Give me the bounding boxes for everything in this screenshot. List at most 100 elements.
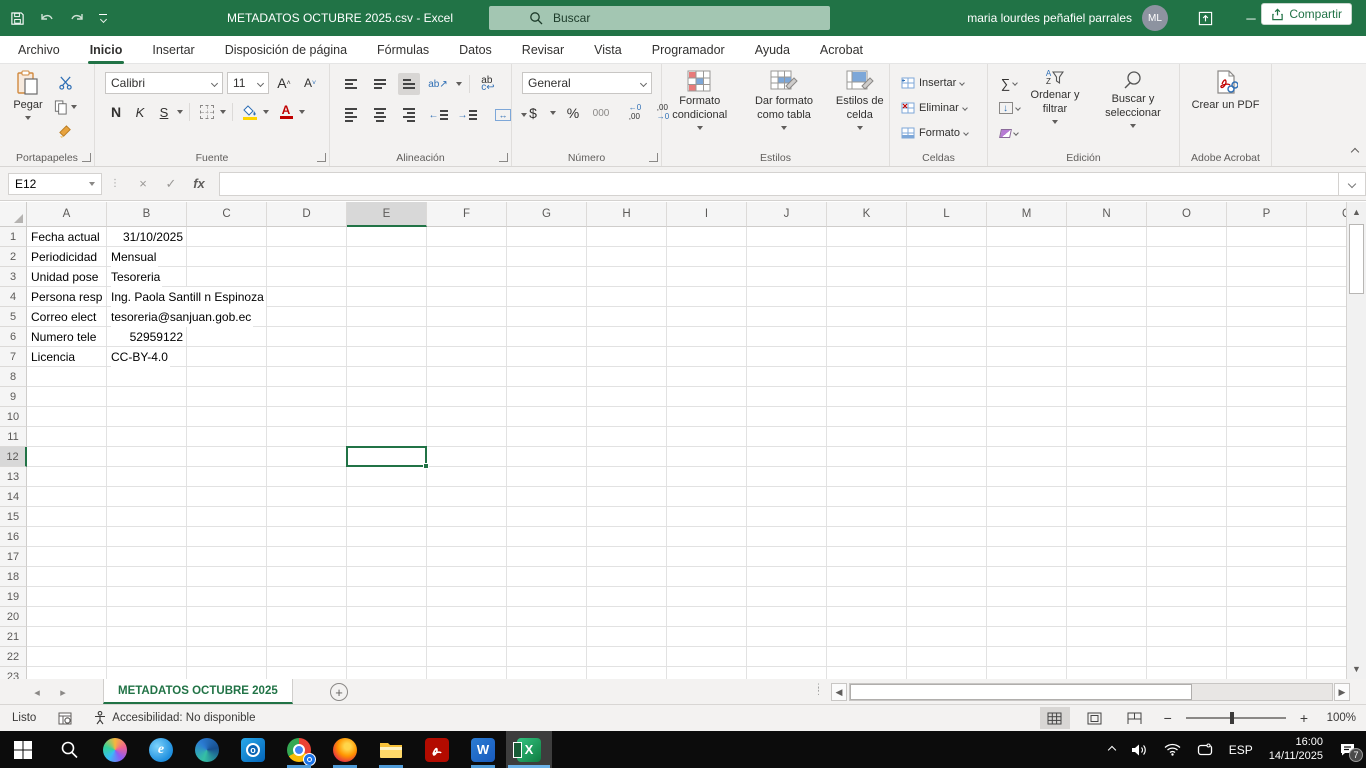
start-button[interactable] [0, 731, 46, 768]
horizontal-scrollbar[interactable] [849, 683, 1333, 701]
cell-A1[interactable]: Fecha actual [31, 227, 105, 247]
clear-icon[interactable] [998, 122, 1020, 144]
selection-E12[interactable] [346, 446, 427, 467]
currency-format-icon[interactable]: $ [522, 102, 544, 124]
view-normal-icon[interactable] [1040, 707, 1070, 729]
expand-formula-bar-icon[interactable] [1338, 172, 1366, 196]
italic-button[interactable]: K [129, 101, 151, 123]
zoom-out-icon[interactable]: − [1160, 710, 1176, 726]
acrobat-icon[interactable] [414, 731, 460, 768]
insert-cells-button[interactable]: Insertar [898, 72, 987, 94]
thousands-format-icon[interactable]: 000 [590, 102, 612, 124]
format-painter-icon[interactable] [54, 120, 77, 142]
delete-cells-button[interactable]: Eliminar [898, 97, 987, 119]
row-header-7[interactable]: 7 [0, 347, 27, 367]
tab-datos[interactable]: Datos [459, 36, 492, 64]
bold-button[interactable]: N [105, 101, 127, 123]
align-bottom-icon[interactable] [398, 73, 420, 95]
align-right-icon[interactable] [398, 104, 420, 126]
tab-fórmulas[interactable]: Fórmulas [377, 36, 429, 64]
cell-B3[interactable]: Tesoreria [111, 267, 162, 287]
zoom-level[interactable]: 100% [1322, 712, 1356, 724]
col-header-K[interactable]: K [827, 202, 907, 227]
sort-filter-button[interactable]: AZ Ordenar y filtrar [1020, 64, 1090, 148]
tab-acrobat[interactable]: Acrobat [820, 36, 863, 64]
wrap-text-icon[interactable]: abc↩ [477, 73, 499, 95]
view-page-layout-icon[interactable] [1080, 707, 1110, 729]
row-header-20[interactable]: 20 [0, 607, 27, 627]
fill-color-icon[interactable] [239, 101, 261, 123]
col-header-D[interactable]: D [267, 202, 347, 227]
row-header-4[interactable]: 4 [0, 287, 27, 307]
sheet-tab[interactable]: METADATOS OCTUBRE 2025 [103, 679, 293, 704]
col-header-Q[interactable]: Q [1307, 202, 1346, 227]
insert-function-icon[interactable]: fx [185, 173, 213, 195]
borders-dropdown[interactable] [220, 110, 226, 114]
fill-icon[interactable]: ↓ [998, 97, 1020, 119]
tab-revisar[interactable]: Revisar [522, 36, 564, 64]
scroll-right-icon[interactable]: ▶ [1334, 683, 1350, 701]
percent-format-icon[interactable]: % [562, 102, 584, 124]
align-center-icon[interactable] [369, 104, 391, 126]
language-indicator[interactable]: ESP [1229, 743, 1253, 757]
macro-record-icon[interactable] [58, 712, 72, 725]
row-header-19[interactable]: 19 [0, 587, 27, 607]
cell-B5[interactable]: tesoreria@sanjuan.gob.ec [111, 307, 253, 327]
autosum-icon[interactable]: ∑ [998, 72, 1020, 94]
zoom-in-icon[interactable]: + [1296, 710, 1312, 726]
enter-icon[interactable]: ✓ [157, 173, 185, 195]
cell-A5[interactable]: Correo elect [31, 307, 105, 327]
chrome-icon[interactable] [276, 731, 322, 768]
col-header-E[interactable]: E [347, 202, 427, 227]
fill-handle[interactable] [423, 463, 429, 469]
notifications-icon[interactable]: 7 [1339, 742, 1356, 757]
row-header-12[interactable]: 12 [0, 447, 27, 467]
cell-A3[interactable]: Unidad pose [31, 267, 105, 287]
increase-indent-icon[interactable]: → [456, 104, 478, 126]
taskbar-search-icon[interactable] [46, 731, 92, 768]
formula-input[interactable] [219, 172, 1338, 196]
tab-insertar[interactable]: Insertar [152, 36, 194, 64]
search-box[interactable]: Buscar [489, 6, 830, 30]
tab-archivo[interactable]: Archivo [18, 36, 60, 64]
scroll-down-icon[interactable]: ▼ [1347, 659, 1366, 679]
increase-font-icon[interactable]: A˄ [273, 72, 295, 94]
accessibility-status[interactable]: Accesibilidad: No disponible [94, 711, 255, 725]
row-header-22[interactable]: 22 [0, 647, 27, 667]
cell-B6[interactable]: 52959122 [111, 327, 183, 347]
formula-bar-splitter[interactable]: ⋮ [110, 178, 121, 189]
cell-A7[interactable]: Licencia [31, 347, 105, 367]
view-page-break-icon[interactable] [1120, 707, 1150, 729]
file-explorer-icon[interactable] [368, 731, 414, 768]
share-button[interactable]: Compartir [1261, 3, 1352, 25]
number-format-select[interactable]: General [522, 72, 652, 94]
paste-button[interactable]: Pegar [6, 64, 50, 148]
scroll-left-icon[interactable]: ◀ [831, 683, 847, 701]
outlook-icon[interactable]: o [230, 731, 276, 768]
currency-dropdown[interactable] [550, 111, 556, 115]
underline-dropdown[interactable] [177, 110, 183, 114]
col-header-B[interactable]: B [107, 202, 187, 227]
increase-decimal-icon[interactable]: ←0,00 [624, 102, 646, 124]
row-header-9[interactable]: 9 [0, 387, 27, 407]
cells-area[interactable]: Fecha actual31/10/2025PeriodicidadMensua… [27, 227, 1346, 679]
avatar[interactable]: ML [1142, 5, 1168, 31]
cancel-icon[interactable]: × [129, 173, 157, 195]
collapse-ribbon-icon[interactable] [1352, 146, 1358, 158]
zoom-slider-handle[interactable] [1230, 712, 1234, 724]
col-header-A[interactable]: A [27, 202, 107, 227]
vertical-scrollbar[interactable]: ▲ ▼ [1346, 202, 1366, 679]
font-size-select[interactable]: 11 [227, 72, 269, 94]
new-sheet-button[interactable]: + [330, 683, 348, 701]
font-color-icon[interactable]: A [275, 101, 297, 123]
ribbon-display-options-icon[interactable] [1182, 0, 1228, 36]
row-header-21[interactable]: 21 [0, 627, 27, 647]
copilot-icon[interactable] [92, 731, 138, 768]
cell-B4[interactable]: Ing. Paola Santill n Espinoza [111, 287, 266, 307]
orientation-dropdown[interactable] [456, 82, 462, 86]
row-header-16[interactable]: 16 [0, 527, 27, 547]
col-header-H[interactable]: H [587, 202, 667, 227]
alignment-dialog-launcher[interactable] [499, 153, 508, 162]
clipboard-dialog-launcher[interactable] [82, 153, 91, 162]
col-header-G[interactable]: G [507, 202, 587, 227]
